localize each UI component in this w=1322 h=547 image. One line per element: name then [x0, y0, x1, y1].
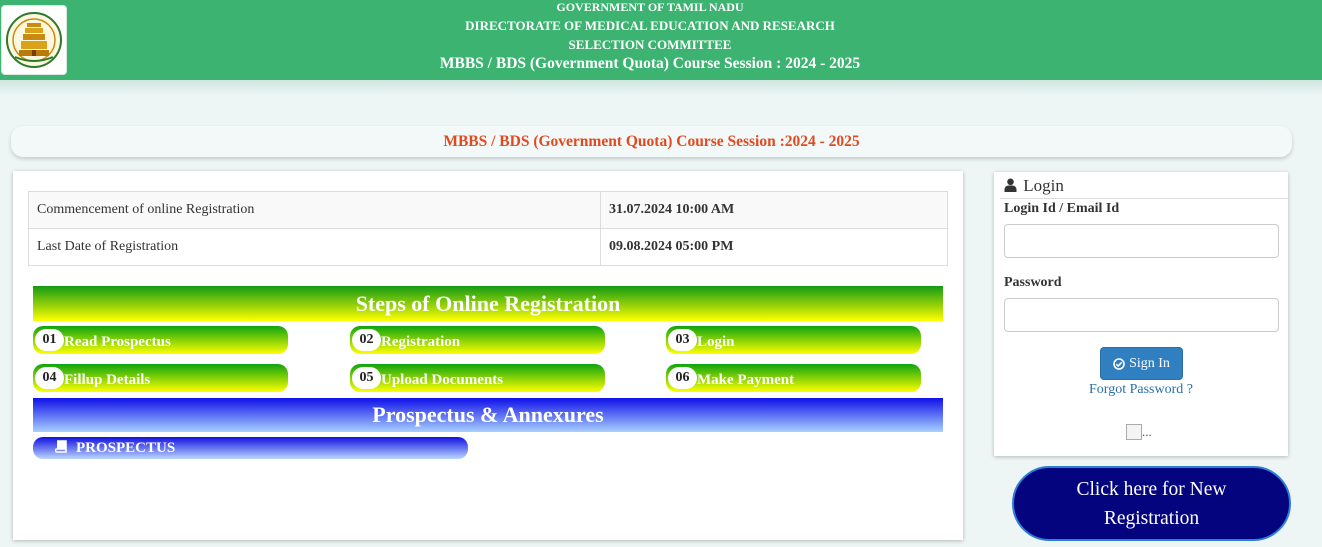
sign-in-label: Sign In: [1129, 355, 1170, 371]
prospectus-heading: Prospectus & Annexures: [33, 398, 943, 432]
step-registration[interactable]: 02 Registration: [350, 326, 605, 354]
check-circle-icon: [1113, 357, 1125, 370]
step-label: Make Payment: [697, 371, 795, 388]
header-bar: GOVERNMENT OF TAMIL NADU DIRECTORATE OF …: [0, 0, 1322, 80]
step-number: 06: [668, 367, 697, 389]
step-number: 02: [352, 329, 381, 351]
session-banner: MBBS / BDS (Government Quota) Course Ses…: [11, 126, 1292, 157]
step-number: 05: [352, 367, 381, 389]
login-id-label: Login Id / Email Id: [1004, 201, 1120, 216]
password-label: Password: [1004, 275, 1062, 290]
step-label: Upload Documents: [381, 371, 504, 388]
step-label: Fillup Details: [64, 371, 151, 388]
table-row: Last Date of Registration 09.08.2024 05:…: [28, 228, 948, 266]
step-upload-documents[interactable]: 05 Upload Documents: [350, 364, 605, 392]
step-number: 01: [35, 329, 64, 351]
registration-dates-table: Commencement of online Registration 31.0…: [28, 191, 948, 266]
date-label: Last Date of Registration: [28, 228, 601, 266]
new-registration-button[interactable]: Click here for New Registration: [1012, 466, 1291, 541]
date-value: 09.08.2024 05:00 PM: [600, 228, 948, 266]
step-number: 03: [668, 329, 697, 351]
divider: [1000, 198, 1288, 199]
login-id-input[interactable]: [1004, 224, 1279, 258]
header-government: GOVERNMENT OF TAMIL NADU: [556, 0, 744, 14]
login-title: Login: [1004, 176, 1064, 196]
date-label: Commencement of online Registration: [28, 191, 601, 229]
steps-heading: Steps of Online Registration: [33, 286, 943, 321]
password-input[interactable]: [1004, 298, 1279, 332]
header-committee: SELECTION COMMITTEE: [568, 37, 732, 52]
login-title-text: Login: [1023, 176, 1064, 195]
header-course-session: MBBS / BDS (Government Quota) Course Ses…: [439, 55, 861, 72]
header-directorate: DIRECTORATE OF MEDICAL EDUCATION AND RES…: [465, 18, 835, 33]
date-value: 31.07.2024 10:00 AM: [600, 191, 948, 229]
broken-image-alt: ...: [1142, 424, 1152, 439]
prospectus-button[interactable]: PROSPECTUS: [33, 437, 468, 459]
step-label: Registration: [381, 333, 461, 350]
step-read-prospectus[interactable]: 01 Read Prospectus: [33, 326, 288, 354]
forgot-password-link[interactable]: Forgot Password ?: [994, 382, 1288, 398]
table-row: Commencement of online Registration 31.0…: [28, 191, 948, 229]
step-fillup-details[interactable]: 04 Fillup Details: [33, 364, 288, 392]
step-number: 04: [35, 367, 64, 389]
step-make-payment[interactable]: 06 Make Payment: [666, 364, 921, 392]
sign-in-button[interactable]: Sign In: [1100, 347, 1183, 380]
login-panel: Login Login Id / Email Id Password Sign …: [994, 172, 1288, 456]
step-login[interactable]: 03 Login: [666, 326, 921, 354]
user-icon: [1004, 178, 1017, 192]
step-label: Login: [697, 333, 735, 350]
book-icon: [54, 440, 67, 453]
broken-image-icon: [1126, 424, 1142, 440]
main-panel: Commencement of online Registration 31.0…: [13, 171, 963, 540]
step-label: Read Prospectus: [64, 333, 171, 350]
prospectus-button-label: PROSPECTUS: [76, 440, 176, 456]
broken-image: ...: [1126, 424, 1152, 440]
header-shadow: [0, 80, 1322, 96]
